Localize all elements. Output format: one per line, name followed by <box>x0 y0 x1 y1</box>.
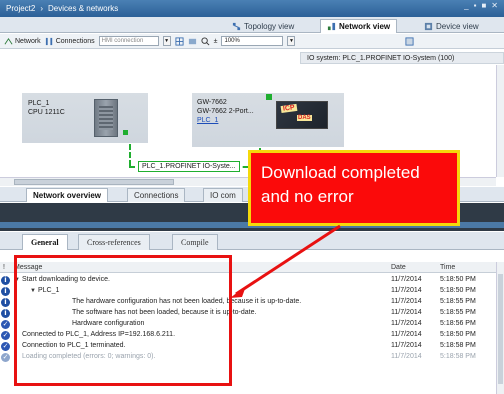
zoom-level-select[interactable]: 100% <box>221 36 284 46</box>
canvas-vertical-scrollbar[interactable] <box>496 65 504 177</box>
close-button[interactable]: ✕ <box>491 1 498 10</box>
info-icon: i <box>1 309 10 318</box>
topology-icon <box>232 22 241 30</box>
profinet-network-label[interactable]: PLC_1.PROFINET IO-Syste... <box>138 161 240 172</box>
message-date: 11/7/2014 <box>391 287 422 294</box>
plc-label: PLC_1 CPU 1211C <box>28 99 65 117</box>
minimize-button[interactable]: _ <box>464 1 468 10</box>
tab-connections[interactable]: Connections <box>127 188 186 202</box>
message-time: 5:18:58 PM <box>440 353 476 360</box>
tab-device-view[interactable]: Device view <box>418 19 485 33</box>
tab-cross-references[interactable]: Cross-references <box>78 234 150 250</box>
grid-icon[interactable] <box>175 36 184 46</box>
message-date: 11/7/2014 <box>391 309 422 316</box>
connection-type-select[interactable]: HMI connection <box>98 36 159 46</box>
connections-button[interactable]: Connections <box>45 37 95 46</box>
chevron-down-icon[interactable]: ▼ <box>287 36 296 46</box>
tab-general[interactable]: General <box>22 234 68 250</box>
io-system-bar: IO system: PLC_1.PROFINET IO-System (100… <box>300 52 504 64</box>
checkmark-icon: ✓ <box>1 342 10 351</box>
plc-cpu: CPU 1211C <box>28 109 65 116</box>
button-label: Network <box>15 37 41 45</box>
plc-device[interactable]: PLC_1 CPU 1211C <box>22 93 148 143</box>
tab-network-view[interactable]: Network view <box>320 19 398 33</box>
scroll-thumb[interactable] <box>498 274 503 384</box>
time-column: Time <box>440 264 456 271</box>
message-time: 5:18:50 PM <box>440 276 476 283</box>
section-title: Devices & networks <box>48 4 119 13</box>
gateway-label: GW-7662 GW-7662 2-Port... PLC_1 <box>197 98 254 125</box>
info-icon: i <box>1 298 10 307</box>
checkmark-icon: ✓ <box>1 320 10 329</box>
annotation-line-2: and no error <box>261 187 354 206</box>
maximize-button[interactable]: ■ <box>481 1 486 10</box>
gateway-device[interactable]: GW-7662 GW-7662 2-Port... PLC_1 ICP DAS <box>192 93 344 147</box>
gateway-name: GW-7662 <box>197 99 227 106</box>
tab-label: Device view <box>436 21 479 31</box>
network-toolbar: Network Connections HMI connection ▼ ± 1… <box>0 34 504 49</box>
message-date: 11/7/2014 <box>391 342 422 349</box>
annotation-line-1: Download completed <box>261 163 420 182</box>
tab-network-overview[interactable]: Network overview <box>26 188 109 202</box>
editor-titlebar: Project2 › Devices & networks _ ▪ ■ ✕ <box>0 0 504 17</box>
scroll-thumb[interactable] <box>14 179 174 185</box>
message-vertical-scrollbar[interactable] <box>496 262 504 394</box>
plc-port[interactable] <box>123 130 128 135</box>
gateway-port[interactable] <box>266 94 272 100</box>
icp-logo: ICP <box>280 103 298 114</box>
tab-topology-view[interactable]: Topology view <box>226 19 300 33</box>
severity-column: ! <box>3 264 5 271</box>
message-time: 5:18:55 PM <box>440 309 476 316</box>
tab-label: Topology view <box>244 21 295 31</box>
button-label: Connections <box>55 37 95 45</box>
info-icon: i <box>1 276 10 285</box>
network-icon <box>327 22 336 31</box>
info-tabs: General Cross-references Compile <box>0 232 504 250</box>
device-icon <box>424 22 433 30</box>
info-icon: i <box>1 287 10 296</box>
message-time: 5:18:56 PM <box>440 320 476 327</box>
message-date: 11/7/2014 <box>391 331 422 338</box>
breadcrumb-separator: › <box>40 4 44 13</box>
message-time: 5:18:50 PM <box>440 287 476 294</box>
checkmark-icon: ✓ <box>1 353 10 362</box>
project-name: Project2 <box>6 4 36 13</box>
message-highlight-box <box>14 255 232 386</box>
profinet-link <box>129 144 131 166</box>
annotation-callout: Download completed and no error <box>248 150 460 226</box>
table-icon[interactable] <box>188 37 197 46</box>
message-date: 11/7/2014 <box>391 298 422 305</box>
chevron-down-icon[interactable]: ▼ <box>162 36 171 46</box>
tab-compile[interactable]: Compile <box>172 234 218 250</box>
gateway-controller-link[interactable]: PLC_1 <box>197 116 254 125</box>
network-tool-icon <box>4 37 13 44</box>
message-date: 11/7/2014 <box>391 276 422 283</box>
layout-icon[interactable] <box>405 36 415 46</box>
network-button[interactable]: Network <box>4 37 41 46</box>
message-date: 11/7/2014 <box>391 353 422 360</box>
date-column: Date <box>391 264 406 271</box>
checkmark-icon: ✓ <box>1 331 10 340</box>
connections-icon <box>45 37 52 45</box>
zoom-plus-minus[interactable]: ± <box>214 38 218 45</box>
io-system-label: IO system: PLC_1.PROFINET IO-System (100… <box>307 54 455 62</box>
tab-io-communication[interactable]: IO com <box>203 188 243 202</box>
message-date: 11/7/2014 <box>391 320 422 327</box>
restore-button[interactable]: ▪ <box>474 1 477 10</box>
tab-label: Network view <box>339 22 391 31</box>
plc-name: PLC_1 <box>28 100 50 107</box>
message-time: 5:18:55 PM <box>440 298 476 305</box>
message-time: 5:18:58 PM <box>440 342 476 349</box>
view-tabs: Topology view Network view Device view <box>0 17 504 33</box>
message-time: 5:18:50 PM <box>440 331 476 338</box>
plc-module-image <box>94 99 118 137</box>
gateway-image: ICP DAS <box>276 101 328 129</box>
zoom-icon[interactable] <box>201 36 210 46</box>
gateway-model: GW-7662 2-Port... <box>197 108 254 115</box>
window-controls: _ ▪ ■ ✕ <box>464 1 498 10</box>
das-logo: DAS <box>297 115 312 121</box>
